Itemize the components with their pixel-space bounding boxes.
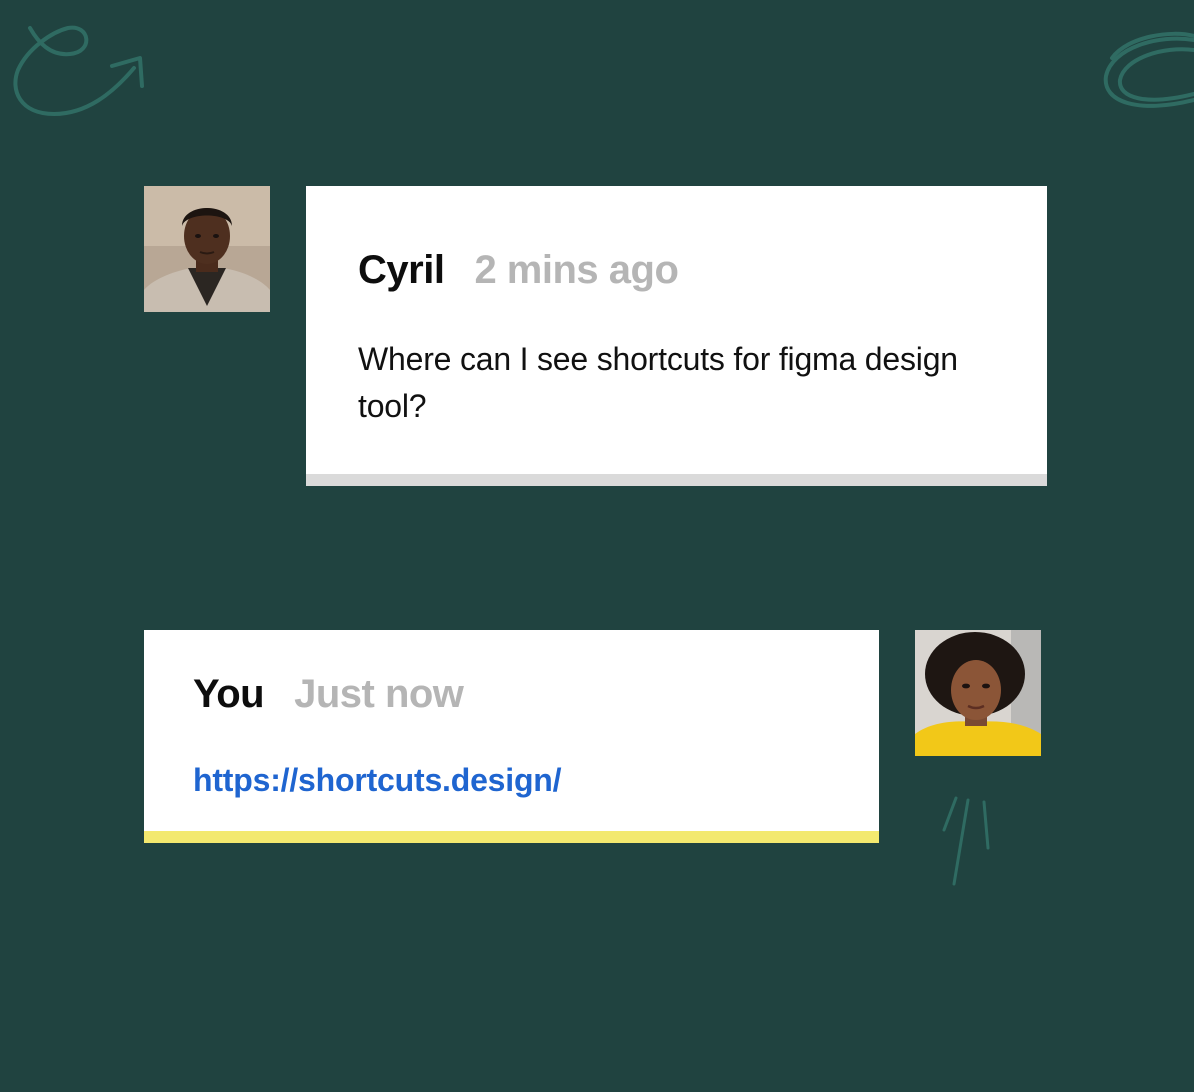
message-header: You Just now xyxy=(193,672,464,717)
spark-lines-doodle xyxy=(942,796,990,886)
message-bubble-you: You Just now https://shortcuts.design/ xyxy=(144,630,879,843)
message-header: Cyril 2 mins ago xyxy=(358,248,679,293)
message-accent-bar xyxy=(306,474,1047,486)
message-timestamp: Just now xyxy=(294,672,464,716)
avatar-photo-cyril xyxy=(144,186,270,312)
swirl-arrow-doodle xyxy=(13,25,144,117)
avatar-cyril[interactable] xyxy=(144,186,270,312)
message-bubble-cyril: Cyril 2 mins ago Where can I see shortcu… xyxy=(306,186,1047,486)
avatar-photo-user xyxy=(915,630,1041,756)
scribble-circle-doodle xyxy=(1103,31,1194,108)
message-text: Where can I see shortcuts for figma desi… xyxy=(358,341,958,424)
shortcuts-link[interactable]: https://shortcuts.design/ xyxy=(193,762,562,799)
message-accent-bar xyxy=(144,831,879,843)
author-name: You xyxy=(193,672,265,716)
message-timestamp: 2 mins ago xyxy=(474,248,679,292)
avatar-you[interactable] xyxy=(915,630,1041,756)
author-name: Cyril xyxy=(358,248,445,292)
